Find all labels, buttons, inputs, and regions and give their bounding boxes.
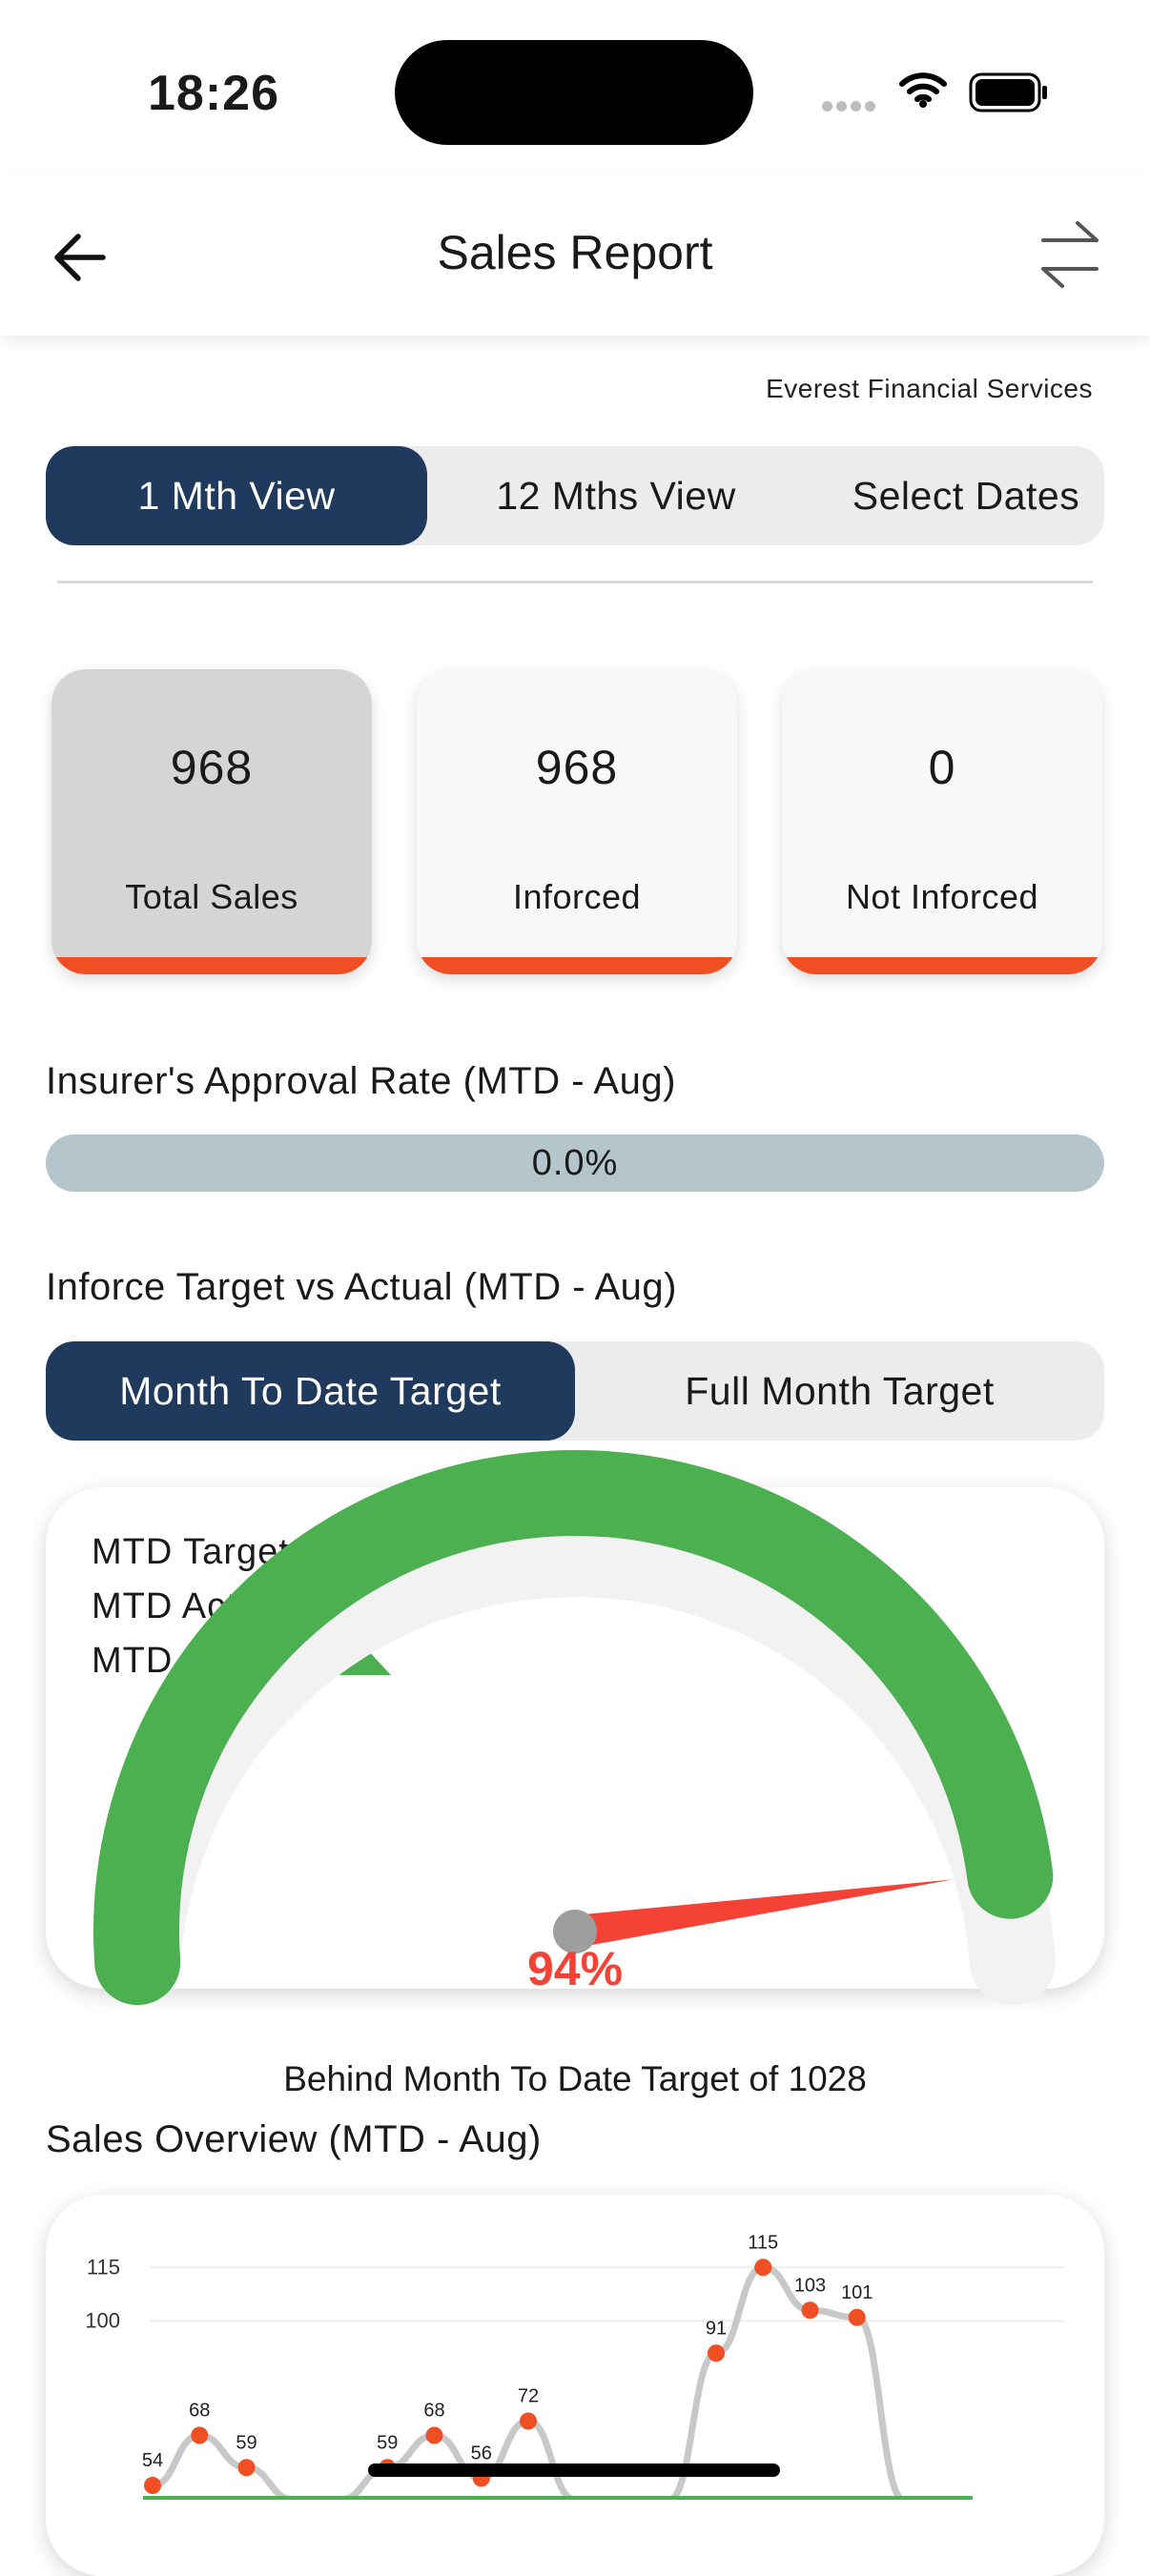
data-point [801,2301,819,2320]
card-accent-bar [782,957,1102,974]
data-label: 101 [841,2282,873,2303]
battery-icon [969,72,1047,112]
inforced-card[interactable]: 968 Inforced [417,669,737,974]
not-inforced-label: Not Inforced [845,877,1039,916]
inforce-target-title: Inforce Target vs Actual (MTD - Aug) [46,1266,677,1308]
tab-1-month-view[interactable]: 1 Mth View [46,446,427,545]
y-tick-label: 115 [87,2255,120,2279]
data-label: 91 [706,2318,727,2339]
y-tick-label: 100 [85,2309,120,2333]
tab-full-month-target[interactable]: Full Month Target [575,1341,1104,1441]
sales-line-chart: 100 115 54 68 59 59 68 56 72 91 115 103 101 [85,2232,1064,2500]
sales-overview-title: Sales Overview (MTD - Aug) [46,2118,542,2160]
tab-select-dates[interactable]: Select Dates [766,446,1150,545]
page-title: Sales Report [437,226,713,279]
data-label: 115 [748,2232,778,2253]
not-inforced-card[interactable]: 0 Not Inforced [782,669,1102,974]
tab-month-to-date-target[interactable]: Month To Date Target [46,1341,575,1441]
data-label: 72 [518,2386,539,2407]
data-label: 54 [142,2450,163,2471]
approval-rate-value: 0.0% [531,1142,619,1183]
card-accent-bar [417,957,737,974]
cellular-signal-icon [822,99,879,116]
tab-12-months-view[interactable]: 12 Mths View [427,446,805,545]
target-status-text: Behind Month To Date Target of 1028 [283,2059,867,2098]
data-label: 68 [189,2401,210,2422]
data-point [237,2459,256,2477]
wifi-icon [899,72,947,108]
total-sales-card[interactable]: 968 Total Sales [51,669,372,974]
data-point [144,2477,161,2494]
approval-rate-progress: 0.0% [46,1135,1104,1192]
company-name: Everest Financial Services [766,374,1093,403]
gauge-percent: 94% [526,1942,624,1995]
data-point [848,2308,866,2326]
data-label: 103 [794,2275,826,2296]
data-point [520,2412,537,2430]
data-label: 68 [423,2401,444,2422]
status-time: 18:26 [148,66,279,121]
view-segmented-control: 1 Mth View 12 Mths View Select Dates [46,446,1104,545]
swap-button[interactable] [1030,215,1110,296]
total-sales-label: Total Sales [125,877,298,916]
data-point [191,2426,209,2444]
inforced-label: Inforced [512,877,642,916]
target-segmented-control: Month To Date Target Full Month Target [46,1341,1104,1441]
inforced-value: 968 [535,741,619,794]
data-point [754,2259,772,2277]
data-point [708,2344,725,2362]
dynamic-island [395,40,753,145]
data-label: 56 [471,2443,492,2464]
swap-arrows-icon [1041,221,1099,288]
not-inforced-value: 0 [928,741,956,794]
gauge-chart [93,1450,1056,2006]
data-label: 59 [236,2432,257,2453]
approval-rate-title: Insurer's Approval Rate (MTD - Aug) [46,1060,676,1102]
divider [57,581,1093,583]
home-indicator [368,2464,780,2477]
gauge-needle [572,1879,954,1948]
data-label: 59 [377,2432,398,2453]
total-sales-value: 968 [170,741,254,794]
data-point [425,2426,443,2444]
card-accent-bar [51,957,372,974]
